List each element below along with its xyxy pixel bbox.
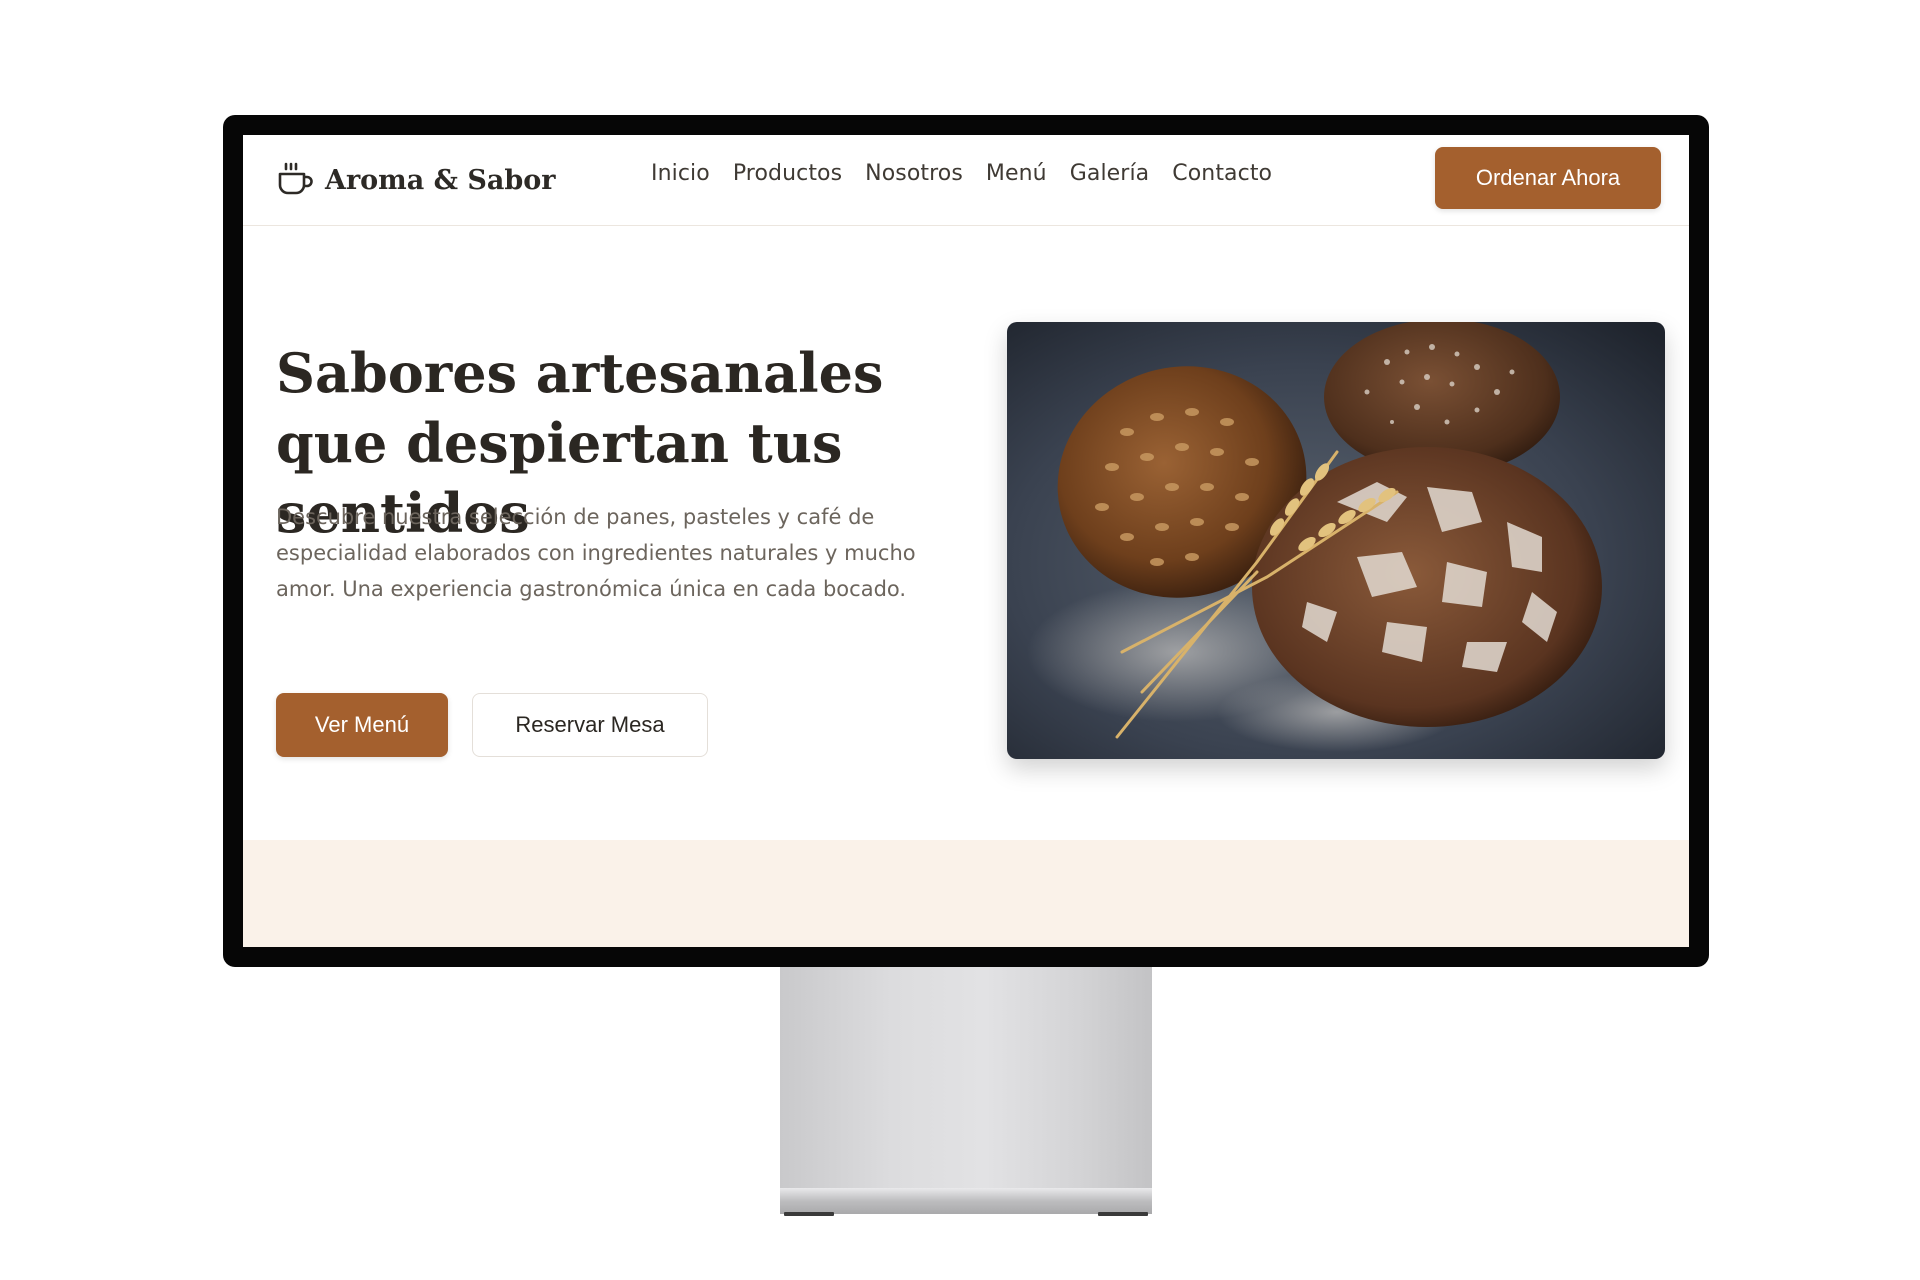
nav-link-inicio[interactable]: Inicio: [651, 161, 710, 186]
website-screen: Aroma & Sabor Inicio Productos Nosotros …: [243, 135, 1689, 947]
monitor-stand: [780, 967, 1152, 1192]
stand-foot-right: [1098, 1212, 1148, 1216]
view-menu-button[interactable]: Ver Menú: [276, 693, 448, 757]
desktop-background: Aroma & Sabor Inicio Productos Nosotros …: [0, 0, 1920, 1280]
nav-link-nosotros[interactable]: Nosotros: [865, 161, 963, 186]
brand-logo[interactable]: Aroma & Sabor: [275, 157, 556, 203]
order-now-button[interactable]: Ordenar Ahora: [1435, 147, 1661, 209]
reserve-table-button[interactable]: Reservar Mesa: [472, 693, 708, 757]
stand-foot-left: [784, 1212, 834, 1216]
nav-link-productos[interactable]: Productos: [733, 161, 842, 186]
nav-link-galeria[interactable]: Galería: [1070, 161, 1150, 186]
hero-description: Descubre nuestra selección de panes, pas…: [276, 505, 916, 601]
navbar: Aroma & Sabor Inicio Productos Nosotros …: [243, 135, 1689, 226]
main-nav: Inicio Productos Nosotros Menú Galería C…: [651, 161, 1272, 186]
next-section-band: [243, 840, 1689, 947]
nav-link-contacto[interactable]: Contacto: [1172, 161, 1272, 186]
nav-link-menu[interactable]: Menú: [986, 161, 1047, 186]
monitor-stand-base: [780, 1188, 1152, 1214]
coffee-cup-icon: [278, 162, 313, 195]
brand-name: Aroma & Sabor: [325, 164, 556, 196]
hero-bread-image: [1007, 322, 1665, 759]
